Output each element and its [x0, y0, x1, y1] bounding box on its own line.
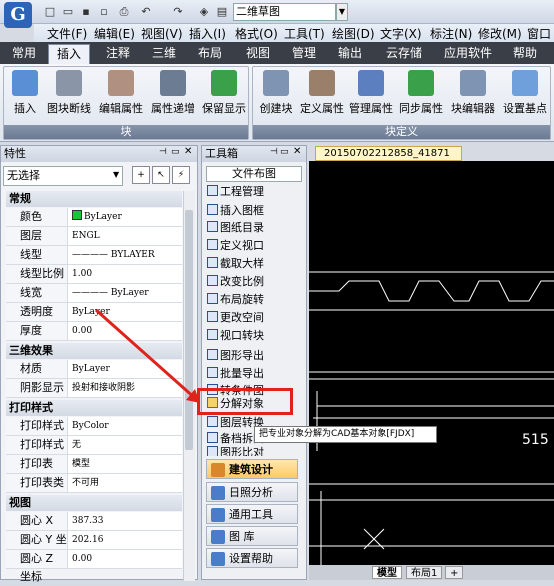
annotation-arrow — [95, 308, 200, 403]
tooltip: 把专业对象分解为CAD基本对象[FJDX] — [254, 426, 437, 443]
